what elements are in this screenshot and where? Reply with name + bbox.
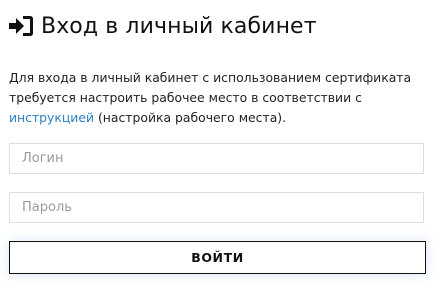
page-header: Вход в личный кабинет [9, 8, 317, 44]
description-text-end: (настройка рабочего места). [94, 110, 287, 125]
sign-in-icon [9, 15, 34, 37]
instruction-link[interactable]: инструкцией [9, 110, 94, 125]
page-title: Вход в личный кабинет [41, 13, 317, 39]
password-input[interactable] [9, 192, 424, 223]
login-button[interactable]: ВОЙТИ [9, 241, 426, 274]
instruction-text: Для входа в личный кабинет с использован… [9, 68, 439, 128]
description-text-start: Для входа в личный кабинет с использован… [9, 70, 412, 105]
login-input[interactable] [9, 143, 424, 174]
